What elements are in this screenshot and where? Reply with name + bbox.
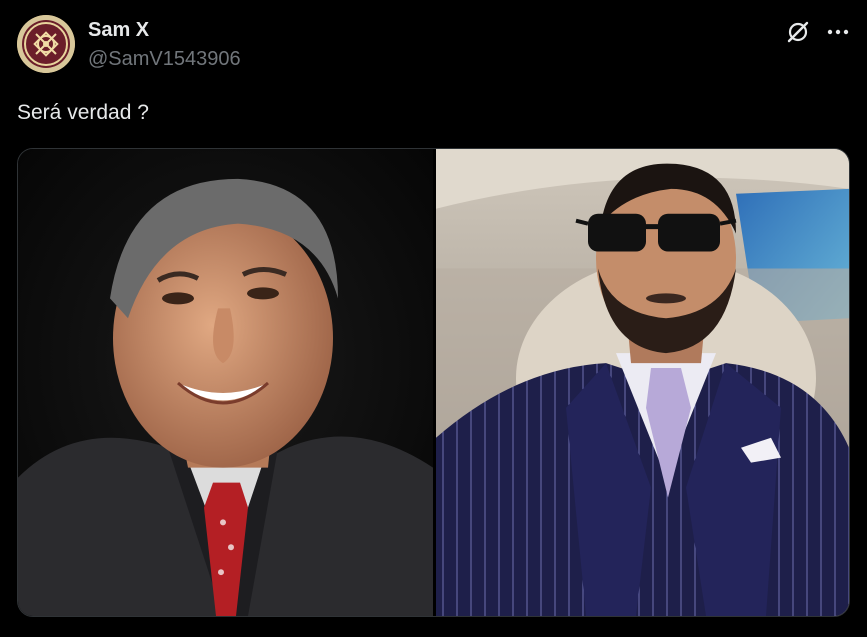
avatar[interactable]: [17, 15, 75, 73]
portrait-man-suit-red-tie: [18, 149, 433, 616]
photo-right[interactable]: [436, 149, 849, 616]
avatar-image: [17, 15, 75, 73]
grok-icon[interactable]: [785, 19, 811, 45]
photo-left[interactable]: [18, 149, 433, 616]
author-name[interactable]: Sam X: [88, 18, 149, 42]
more-icon[interactable]: [825, 19, 851, 45]
tweet[interactable]: Sam X @SamV1543906 Será verdad ?: [0, 0, 867, 637]
photo-man-sunglasses-pinstripe: [436, 149, 849, 616]
author-handle[interactable]: @SamV1543906: [88, 47, 241, 71]
media-grid: [17, 148, 850, 617]
tweet-text: Será verdad ?: [17, 101, 149, 124]
